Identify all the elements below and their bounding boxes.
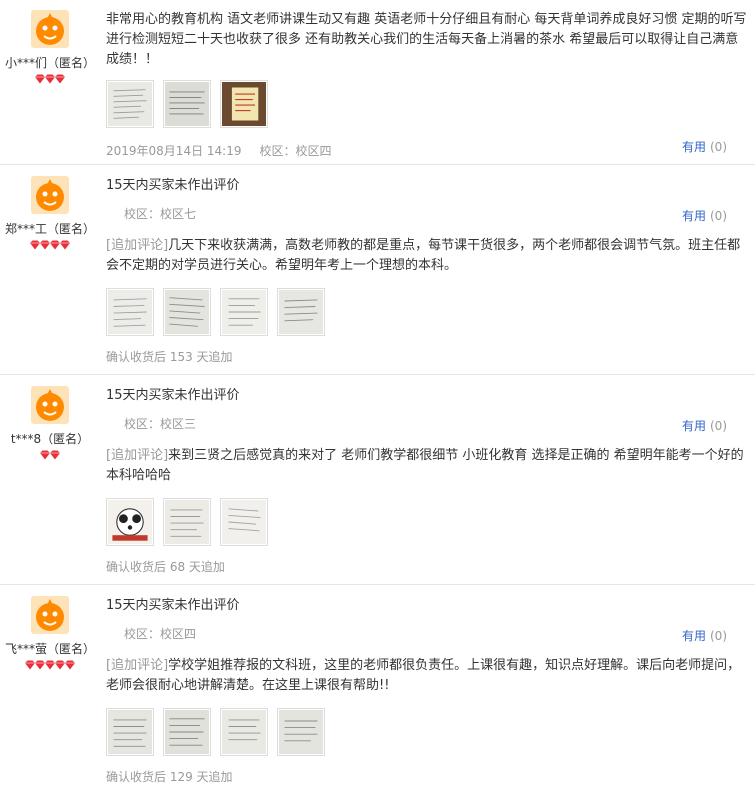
review-date: 2019年08月14日 14:19 bbox=[106, 144, 242, 158]
review-meta: 校区：校区三 bbox=[124, 415, 747, 432]
additional-review-label: [追加评论] bbox=[106, 658, 169, 673]
review-photos bbox=[106, 80, 747, 128]
avatar[interactable] bbox=[31, 10, 69, 48]
review-photo[interactable] bbox=[277, 288, 325, 336]
credit-gems bbox=[0, 449, 100, 460]
review-meta: 校区：校区七 bbox=[124, 205, 747, 222]
additional-review-label: [追加评论] bbox=[106, 448, 169, 463]
review-photo[interactable] bbox=[163, 498, 211, 546]
username: t***8（匿名） bbox=[10, 432, 90, 446]
additional-review: [追加评论]几天下来收获满满，高数老师教的都是重点，每节课干货很多，两个老师都很… bbox=[106, 236, 747, 365]
review-text: 非常用心的教育机构 语文老师讲课生动又有趣 英语老师十分仔细且有耐心 每天背单词… bbox=[106, 12, 747, 67]
review-text: 15天内买家未作出评价 bbox=[106, 178, 240, 193]
useful-count: (0) bbox=[710, 629, 727, 643]
reviewer-info: 郑***工（匿名） bbox=[0, 176, 100, 250]
review-photo[interactable] bbox=[220, 288, 268, 336]
additional-review-info: 确认收货后 68 天追加 bbox=[106, 560, 225, 574]
review-item: 飞***萤（匿名） 15天内买家未作出评价 校区：校区四 [追加评论]学校学姐推… bbox=[0, 585, 755, 789]
review-photo[interactable] bbox=[163, 80, 211, 128]
username: 郑***工（匿名） bbox=[4, 222, 95, 236]
credit-gems bbox=[0, 239, 100, 250]
useful-count: (0) bbox=[710, 140, 727, 154]
review-photo[interactable] bbox=[163, 708, 211, 756]
additional-review-label: [追加评论] bbox=[106, 238, 169, 253]
campus-label: 校区：校区四 bbox=[259, 144, 332, 158]
review-photo[interactable] bbox=[163, 288, 211, 336]
review-photo[interactable] bbox=[106, 288, 154, 336]
review-meta: 校区：校区四 bbox=[124, 625, 747, 642]
review-photos bbox=[106, 288, 747, 336]
review-photo[interactable] bbox=[220, 498, 268, 546]
review-photo[interactable] bbox=[277, 708, 325, 756]
review-meta: 2019年08月14日 14:19 校区：校区四 bbox=[106, 142, 747, 159]
review-photos bbox=[106, 498, 747, 546]
useful-button[interactable]: 有用 (0) bbox=[682, 417, 727, 434]
review-text: 15天内买家未作出评价 bbox=[106, 388, 240, 403]
gem-icon bbox=[49, 449, 61, 460]
gem-icon bbox=[64, 659, 76, 670]
useful-button[interactable]: 有用 (0) bbox=[682, 207, 727, 224]
additional-review-text: 学校学姐推荐报的文科班，这里的老师都很负责任。上课很有趣，知识点好理解。课后向老… bbox=[106, 658, 741, 693]
review-item: t***8（匿名） 15天内买家未作出评价 校区：校区三 [追加评论]来到三贤之… bbox=[0, 375, 755, 585]
credit-gems bbox=[0, 73, 100, 84]
useful-label[interactable]: 有用 bbox=[682, 629, 706, 643]
reviewer-info: 小***们（匿名） bbox=[0, 10, 100, 84]
avatar[interactable] bbox=[31, 596, 69, 634]
additional-review: [追加评论]学校学姐推荐报的文科班，这里的老师都很负责任。上课很有趣，知识点好理… bbox=[106, 656, 747, 785]
gem-icon bbox=[54, 73, 66, 84]
review-text: 15天内买家未作出评价 bbox=[106, 598, 240, 613]
useful-count: (0) bbox=[710, 209, 727, 223]
avatar[interactable] bbox=[31, 386, 69, 424]
useful-button[interactable]: 有用 (0) bbox=[682, 627, 727, 644]
useful-button[interactable]: 有用 (0) bbox=[682, 138, 727, 155]
username: 小***们（匿名） bbox=[4, 56, 95, 70]
additional-review-info: 确认收货后 129 天追加 bbox=[106, 770, 233, 784]
additional-review-text: 来到三贤之后感觉真的来对了 老师们教学都很细节 小班化教育 选择是正确的 希望明… bbox=[106, 448, 744, 483]
gem-icon bbox=[59, 239, 71, 250]
campus-label: 校区：校区七 bbox=[124, 207, 197, 221]
review-photo[interactable] bbox=[220, 80, 268, 128]
review-item: 郑***工（匿名） 15天内买家未作出评价 校区：校区七 [追加评论]几天下来收… bbox=[0, 165, 755, 375]
useful-count: (0) bbox=[710, 419, 727, 433]
review-item: 小***们（匿名） 非常用心的教育机构 语文老师讲课生动又有趣 英语老师十分仔细… bbox=[0, 0, 755, 165]
review-photo[interactable] bbox=[106, 708, 154, 756]
review-photos bbox=[106, 708, 747, 756]
additional-review-info: 确认收货后 153 天追加 bbox=[106, 350, 233, 364]
review-photo[interactable] bbox=[220, 708, 268, 756]
reviewer-info: t***8（匿名） bbox=[0, 386, 100, 460]
review-photo[interactable] bbox=[106, 80, 154, 128]
review-photo[interactable] bbox=[106, 498, 154, 546]
username: 飞***萤（匿名） bbox=[4, 642, 95, 656]
credit-gems bbox=[0, 659, 100, 670]
campus-label: 校区：校区四 bbox=[124, 627, 197, 641]
useful-label[interactable]: 有用 bbox=[682, 209, 706, 223]
reviewer-info: 飞***萤（匿名） bbox=[0, 596, 100, 670]
additional-review: [追加评论]来到三贤之后感觉真的来对了 老师们教学都很细节 小班化教育 选择是正… bbox=[106, 446, 747, 575]
useful-label[interactable]: 有用 bbox=[682, 419, 706, 433]
useful-label[interactable]: 有用 bbox=[682, 140, 706, 154]
avatar[interactable] bbox=[31, 176, 69, 214]
additional-review-text: 几天下来收获满满，高数老师教的都是重点，每节课干货很多，两个老师都很会调节气氛。… bbox=[106, 238, 741, 273]
campus-label: 校区：校区三 bbox=[124, 417, 197, 431]
